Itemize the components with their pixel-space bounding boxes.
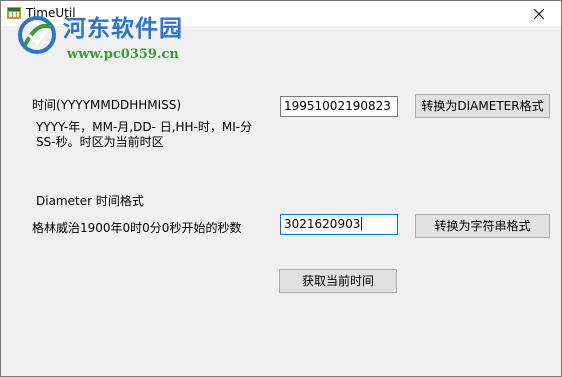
get-current-time-button[interactable]: 获取当前时间 [279,269,397,293]
convert-to-diameter-button[interactable]: 转换为DIAMETER格式 [415,94,550,118]
diameter-seconds-input[interactable]: 3021620903 [280,214,398,235]
datetime-format-desc-line2: SS-秒。时区为当前时区 [36,135,164,149]
diameter-format-desc: 格林威治1900年0时0分0秒开始的秒数 [32,221,242,235]
datetime-format-desc-line1: YYYY-年，MM-月,DD- 日,HH-时，MI-分 [36,120,253,134]
diameter-format-label: Diameter 时间格式 [36,194,144,208]
text-caret [361,217,363,230]
datetime-string-value: 19951002190823 [284,99,391,113]
app-window: TimeUtil 河东软件园 www.pc0359.cn 时间(YYYYMMDD… [0,0,562,377]
close-icon [534,8,544,19]
watermark-logo-icon [18,16,56,54]
close-button[interactable] [517,1,561,26]
watermark-url: www.pc0359.cn [67,47,179,62]
watermark-title: 河东软件园 [63,15,183,42]
convert-to-string-button[interactable]: 转换为字符串格式 [415,214,550,238]
datetime-string-input[interactable]: 19951002190823 [280,96,398,117]
diameter-seconds-value: 3021620903 [284,217,361,231]
datetime-format-label: 时间(YYYYMMDDHHMISS) [32,98,182,112]
